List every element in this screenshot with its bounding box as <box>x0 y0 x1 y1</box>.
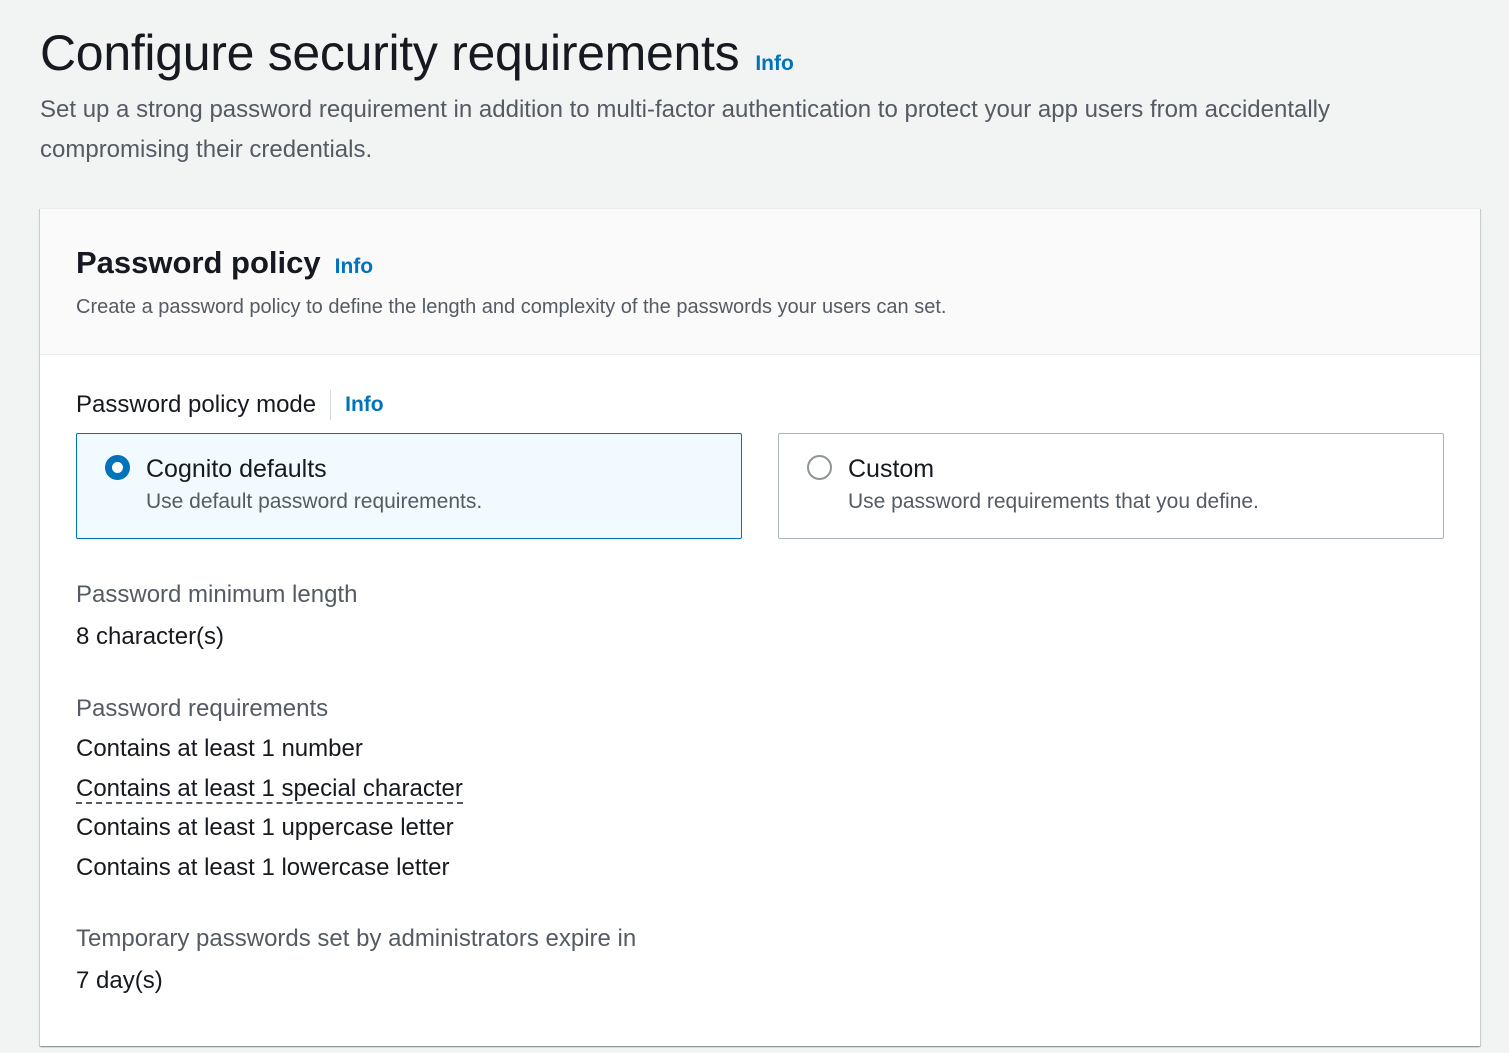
policy-mode-label: Password policy mode <box>76 391 317 418</box>
policy-mode-info-link[interactable]: Info <box>345 393 383 417</box>
temp-password-label: Temporary passwords set by administrator… <box>76 925 637 952</box>
tile-title: Cognito defaults <box>146 455 327 483</box>
tile-title: Custom <box>848 455 935 483</box>
label-divider <box>330 390 332 420</box>
special-character-popover-trigger[interactable]: Contains at least 1 special character <box>76 774 463 804</box>
password-policy-body: Password policy mode Info Cognito defaul… <box>40 355 1480 1001</box>
password-policy-info-link[interactable]: Info <box>335 255 373 279</box>
password-policy-card: Password policy Info Create a password p… <box>40 208 1480 1046</box>
password-policy-header: Password policy Info Create a password p… <box>40 209 1480 355</box>
requirements-list: Contains at least 1 number Contains at l… <box>76 729 1444 887</box>
tile-custom[interactable]: Custom Use password requirements that yo… <box>778 433 1444 539</box>
tile-text: Cognito defaults Use default password re… <box>146 454 482 518</box>
policy-mode-label-row: Password policy mode Info <box>76 385 1444 425</box>
tile-description: Use default password requirements. <box>146 490 483 513</box>
radio-cognito-defaults[interactable] <box>105 455 130 480</box>
tile-cognito-defaults[interactable]: Cognito defaults Use default password re… <box>76 433 742 539</box>
password-policy-description: Create a password policy to define the l… <box>76 296 947 318</box>
temp-password-field: Temporary passwords set by administrator… <box>76 923 1444 1001</box>
min-length-value: 8 character(s) <box>76 623 225 650</box>
page: Configure security requirements Info Set… <box>0 0 1509 1053</box>
requirement-lowercase: Contains at least 1 lowercase letter <box>76 853 450 881</box>
policy-mode-tiles: Cognito defaults Use default password re… <box>76 433 1444 539</box>
requirement-special-character: Contains at least 1 special character <box>76 769 1444 809</box>
requirement-uppercase: Contains at least 1 uppercase letter <box>76 814 454 841</box>
requirements-field: Password requirements Contains at least … <box>76 693 1444 887</box>
min-length-field: Password minimum length 8 character(s) <box>76 579 1444 657</box>
title-row: Configure security requirements Info <box>40 22 1480 84</box>
tile-description: Use password requirements that you defin… <box>848 490 1259 513</box>
card-title-row: Password policy Info <box>76 243 1444 283</box>
min-length-label: Password minimum length <box>76 581 358 608</box>
password-policy-title: Password policy <box>76 245 321 280</box>
page-info-link[interactable]: Info <box>755 52 793 76</box>
page-header: Configure security requirements Info Set… <box>40 22 1480 170</box>
page-description: Set up a strong password requirement in … <box>40 96 1331 163</box>
requirement-number: Contains at least 1 number <box>76 735 363 762</box>
temp-password-value: 7 day(s) <box>76 967 163 994</box>
radio-custom[interactable] <box>807 455 832 480</box>
tile-text: Custom Use password requirements that yo… <box>848 454 1259 518</box>
requirements-label: Password requirements <box>76 695 329 722</box>
page-title: Configure security requirements <box>40 25 740 81</box>
